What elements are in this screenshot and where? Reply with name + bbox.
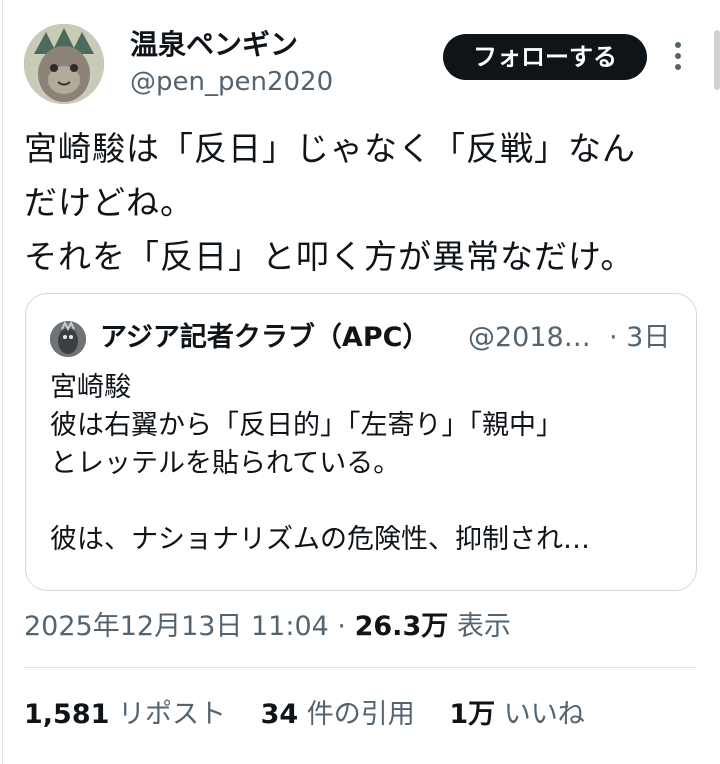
author-handle[interactable]: @pen_pen2020 <box>130 66 333 98</box>
quoted-line: 宮崎駿 <box>50 372 131 403</box>
dot <box>675 42 681 48</box>
quoted-tweet-text: 宮崎駿 彼は右翼から「反日的」「左寄り」「親中」 とレッテルを貼られている。 彼… <box>50 369 680 559</box>
quoted-avatar-image <box>50 321 86 357</box>
quoted-line <box>50 483 680 521</box>
dot <box>675 53 681 59</box>
quoted-author-handle: @2018… <box>468 322 591 353</box>
likes-label: いいね <box>503 699 585 730</box>
dot <box>675 64 681 70</box>
quotes-count: 34 <box>260 699 299 730</box>
likes-stat[interactable]: 1万 いいね <box>449 699 584 730</box>
reposts-count: 1,581 <box>24 699 110 730</box>
quoted-line: 彼は右翼から「反日的」「左寄り」「親中」 <box>50 410 563 441</box>
likes-count: 1万 <box>449 699 496 730</box>
views-count: 26.3万 <box>354 611 449 642</box>
tweet-text: 宮崎駿は「反日」じゃなく「反戦」なん だけどね。 それを「反日」と叩く方が異常な… <box>24 122 704 284</box>
views-label: 表示 <box>456 611 511 642</box>
tweet-line: だけどね。 <box>24 183 194 222</box>
scrollbar[interactable] <box>714 30 720 90</box>
quoted-line: とレッテルを貼られている。 <box>50 448 401 479</box>
meta-separator: · <box>337 611 347 642</box>
quoted-author-avatar <box>50 321 86 357</box>
quotes-stat[interactable]: 34 件の引用 <box>261 699 415 730</box>
author-display-name[interactable]: 温泉ペンギン <box>130 28 298 62</box>
left-edge-line <box>2 0 3 764</box>
divider <box>24 667 696 668</box>
engagement-stats: 1,581 リポスト 34 件の引用 1万 いいね <box>24 695 611 735</box>
tweet-line: 宮崎駿は「反日」じゃなく「反戦」なん <box>24 129 636 168</box>
tweet-meta: 2025年12月13日 11:04 · 26.3万 表示 <box>24 607 511 647</box>
reposts-stat[interactable]: 1,581 リポスト <box>24 699 226 730</box>
reposts-label: リポスト <box>118 699 226 730</box>
tweet-datetime[interactable]: 2025年12月13日 11:04 <box>24 611 329 642</box>
quoted-author-name: アジア記者クラブ（APC） <box>100 322 430 353</box>
quoted-timestamp: · 3日 <box>609 322 671 353</box>
quoted-tweet-card[interactable]: アジア記者クラブ（APC） @2018… · 3日 宮崎駿 彼は右翼から「反日的… <box>25 293 697 591</box>
tweet-line: それを「反日」と叩く方が異常なだけ。 <box>24 237 635 276</box>
follow-button[interactable]: フォローする <box>443 34 647 80</box>
author-avatar[interactable] <box>24 24 104 104</box>
quotes-label: 件の引用 <box>306 699 415 730</box>
quoted-line: 彼は、ナショナリズムの危険性、抑制され… <box>50 524 590 555</box>
avatar-image <box>24 24 104 104</box>
more-vertical-icon[interactable] <box>672 42 684 76</box>
